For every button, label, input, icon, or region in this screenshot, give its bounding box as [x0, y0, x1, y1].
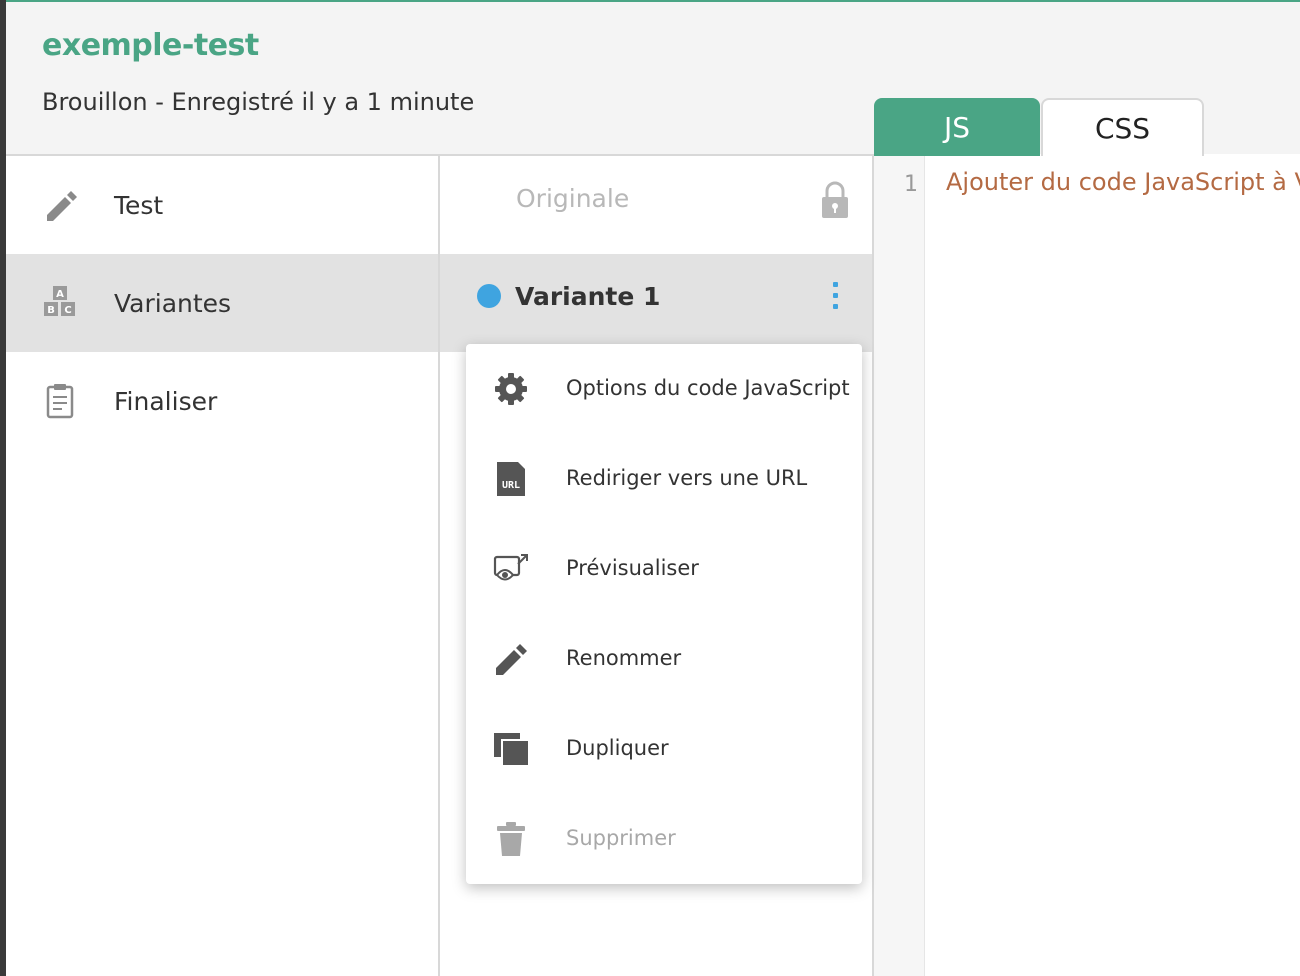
svg-text:URL: URL — [502, 480, 520, 491]
preview-icon — [492, 550, 530, 588]
editor-gutter: 1 — [874, 156, 925, 976]
svg-text:C: C — [64, 305, 71, 316]
abc-blocks-icon: A B C — [40, 283, 80, 323]
code-editor[interactable]: 1 Ajouter du code JavaScript à Va — [874, 156, 1300, 976]
sidebar: Test A B C Variantes Finaliser — [6, 156, 438, 976]
clipboard-icon — [40, 381, 80, 421]
duplicate-icon — [492, 730, 530, 768]
pencil-icon — [40, 185, 80, 225]
variant-original[interactable]: Originale — [440, 156, 872, 254]
page-title: exemple-test — [42, 28, 259, 63]
variant-context-menu: Options du code JavaScript URL Rediriger… — [466, 344, 862, 884]
variant-1[interactable]: Variante 1 — [440, 254, 872, 352]
tab-js[interactable]: JS — [874, 98, 1040, 156]
save-status: Brouillon - Enregistré il y a 1 minute — [42, 88, 475, 116]
kebab-menu-icon[interactable] — [828, 282, 842, 316]
sidebar-item-test[interactable]: Test — [6, 156, 438, 254]
variant-original-label: Originale — [516, 184, 630, 213]
trash-icon — [492, 820, 530, 858]
menu-item-delete[interactable]: Supprimer — [466, 794, 862, 884]
menu-item-label: Options du code JavaScript — [566, 376, 850, 400]
lock-icon — [820, 180, 850, 224]
sidebar-item-label: Test — [114, 190, 164, 220]
sidebar-item-finaliser[interactable]: Finaliser — [6, 352, 438, 450]
menu-item-duplicate[interactable]: Dupliquer — [466, 704, 862, 794]
url-icon: URL — [492, 460, 530, 498]
svg-text:B: B — [47, 305, 55, 316]
tab-css[interactable]: CSS — [1041, 98, 1204, 156]
gear-icon — [492, 370, 530, 408]
variant-1-label: Variante 1 — [515, 282, 661, 311]
line-number: 1 — [904, 172, 918, 197]
menu-item-label: Prévisualiser — [566, 556, 699, 580]
menu-item-preview[interactable]: Prévisualiser — [466, 524, 862, 614]
svg-text:A: A — [56, 289, 64, 300]
menu-item-label: Supprimer — [566, 826, 676, 850]
sidebar-item-label: Finaliser — [114, 386, 218, 416]
editor-placeholder: Ajouter du code JavaScript à Va — [946, 168, 1300, 196]
variant-color-dot — [477, 284, 501, 308]
sidebar-item-label: Variantes — [114, 288, 232, 318]
menu-item-label: Renommer — [566, 646, 682, 670]
sidebar-item-variantes[interactable]: A B C Variantes — [6, 254, 438, 352]
menu-item-label: Rediriger vers une URL — [566, 466, 808, 490]
menu-item-js-options[interactable]: Options du code JavaScript — [466, 344, 862, 434]
menu-item-rename[interactable]: Renommer — [466, 614, 862, 704]
menu-item-redirect-url[interactable]: URL Rediriger vers une URL — [466, 434, 862, 524]
pencil-icon — [492, 640, 530, 678]
menu-item-label: Dupliquer — [566, 736, 669, 760]
